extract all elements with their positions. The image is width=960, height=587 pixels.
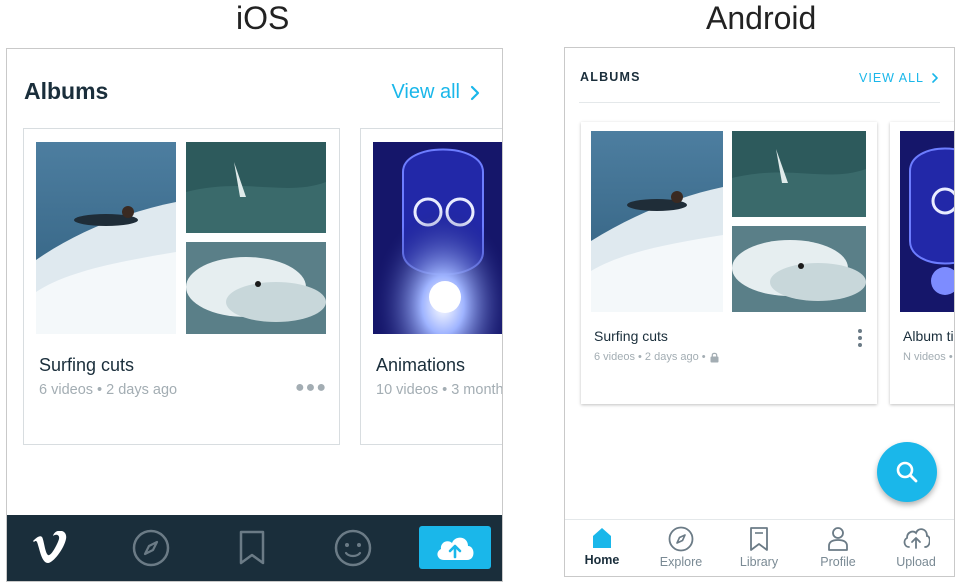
vimeo-logo-tab[interactable] xyxy=(29,527,71,569)
album-thumbnail-large xyxy=(373,142,502,334)
album-title: Surfing cuts xyxy=(594,328,668,344)
explore-tab[interactable] xyxy=(130,527,172,569)
nav-home[interactable]: Home xyxy=(567,526,637,567)
album-thumbnail-top xyxy=(732,131,866,217)
lock-icon xyxy=(710,352,719,362)
home-icon xyxy=(593,528,611,548)
view-all-label: View all xyxy=(391,81,460,103)
more-options-icon[interactable] xyxy=(855,328,865,348)
divider xyxy=(579,102,940,103)
album-card-animations[interactable]: Animations 10 videos • 3 month xyxy=(360,128,503,445)
albums-title: ALBUMS xyxy=(580,70,641,84)
compass-icon xyxy=(132,529,170,567)
nav-library[interactable]: Library xyxy=(724,526,794,569)
nav-explore[interactable]: Explore xyxy=(646,526,716,569)
smiley-icon xyxy=(334,529,372,567)
album-card-clipped[interactable]: Album ti N videos • xyxy=(890,122,954,404)
view-all-link[interactable]: VIEW ALL xyxy=(859,71,938,85)
view-all-label: VIEW ALL xyxy=(859,71,924,85)
album-thumbnail-bottom xyxy=(732,226,866,312)
compass-icon xyxy=(668,526,694,552)
album-card-surfing[interactable]: Surfing cuts 6 videos • 2 days ago ●●● xyxy=(23,128,340,445)
cloud-upload-icon xyxy=(903,528,930,549)
nav-explore-label: Explore xyxy=(659,555,703,569)
album-title: Animations xyxy=(376,355,466,375)
chevron-right-icon xyxy=(932,73,938,83)
nav-profile-label: Profile xyxy=(820,555,856,569)
albums-title: Albums xyxy=(24,78,109,104)
nav-upload[interactable]: Upload xyxy=(881,526,951,569)
android-screen: ALBUMS VIEW ALL Surfing cuts 6 videos • … xyxy=(564,47,955,577)
android-heading: Android xyxy=(706,0,817,36)
album-meta-text: 6 videos • 2 days ago • xyxy=(594,351,706,363)
cloud-upload-icon xyxy=(437,537,474,560)
album-meta: 10 videos • 3 month xyxy=(376,382,503,398)
nav-library-label: Library xyxy=(739,555,779,569)
ios-screen: Albums View all Surfing cuts 6 videos • … xyxy=(6,48,503,582)
bottom-navigation: Home Explore Library Profile Upload xyxy=(565,519,954,576)
album-title: Album ti xyxy=(903,328,954,344)
nav-upload-label: Upload xyxy=(896,555,936,569)
album-meta: 6 videos • 2 days ago • xyxy=(594,351,719,363)
library-tab[interactable] xyxy=(231,527,273,569)
profile-tab[interactable] xyxy=(332,527,374,569)
upload-button[interactable] xyxy=(419,526,491,569)
chevron-right-icon xyxy=(470,85,480,100)
album-meta: N videos • xyxy=(903,351,953,363)
album-meta: 6 videos • 2 days ago xyxy=(39,382,178,398)
search-icon xyxy=(896,461,918,483)
nav-home-label: Home xyxy=(584,553,620,567)
bookmark-icon xyxy=(239,530,265,565)
nav-profile[interactable]: Profile xyxy=(803,526,873,569)
album-thumbnail-large xyxy=(36,142,176,334)
person-icon xyxy=(828,527,848,551)
album-thumbnail-bottom xyxy=(186,242,326,334)
album-thumbnail-large xyxy=(900,131,954,312)
more-options-icon[interactable]: ●●● xyxy=(295,379,327,397)
tab-bar xyxy=(7,515,502,581)
search-fab[interactable] xyxy=(877,442,937,502)
bookmark-icon xyxy=(750,527,768,551)
album-card-surfing[interactable]: Surfing cuts 6 videos • 2 days ago • xyxy=(581,122,877,404)
album-thumbnail-top xyxy=(186,142,326,233)
view-all-link[interactable]: View all xyxy=(391,81,480,104)
ios-heading: iOS xyxy=(236,0,290,36)
vimeo-logo-icon xyxy=(33,531,67,563)
album-thumbnail-large xyxy=(591,131,723,312)
album-title: Surfing cuts xyxy=(39,355,135,375)
